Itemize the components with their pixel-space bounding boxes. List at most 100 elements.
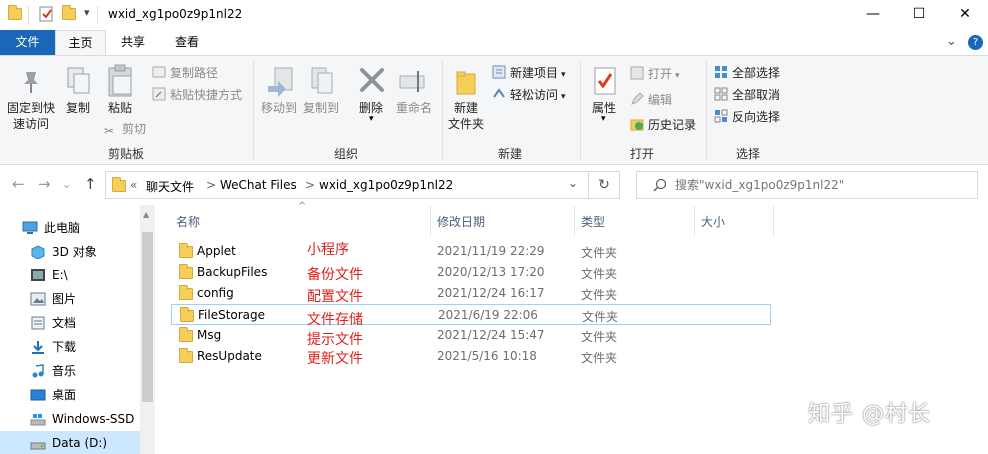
- file-modified-date: 2021/6/19 22:06: [438, 308, 538, 322]
- forward-button[interactable]: →: [38, 175, 51, 193]
- select-none-label: 全部取消: [732, 88, 781, 102]
- up-button[interactable]: ↑: [84, 175, 97, 193]
- move-to-button[interactable]: 移动到: [258, 100, 300, 116]
- pin-icon: [20, 68, 42, 97]
- invert-selection-button[interactable]: 反向选择: [714, 109, 780, 125]
- file-row[interactable]: Applet 2021/11/19 22:29 文件夹: [171, 241, 771, 262]
- new-item-button[interactable]: 新建项目 ▾: [492, 65, 566, 83]
- breadcrumb-overflow[interactable]: «: [130, 178, 137, 192]
- file-row[interactable]: FileStorage 2021/6/19 22:06 文件夹: [171, 304, 771, 325]
- copy-button[interactable]: 复制: [60, 100, 96, 116]
- pictures-icon: [30, 291, 46, 306]
- column-divider[interactable]: [430, 206, 431, 236]
- nav-item-label: E:\: [52, 268, 68, 282]
- copy-to-button[interactable]: 复制到: [300, 100, 342, 116]
- recent-locations-button[interactable]: ⌄: [62, 178, 71, 191]
- properties-dropdown-icon[interactable]: ▾: [601, 114, 606, 124]
- column-header-type[interactable]: 类型: [581, 210, 605, 234]
- column-divider[interactable]: [773, 206, 774, 236]
- address-bar[interactable]: « 聊天文件 > WeChat Files > wxid_xg1po0z9p1n…: [105, 171, 620, 199]
- dropdown-arrow-icon: ▾: [561, 70, 566, 80]
- nav-item-downloads[interactable]: 下载: [30, 336, 76, 358]
- tab-home[interactable]: 主页: [55, 30, 106, 55]
- divider: [97, 6, 98, 24]
- new-folder-quick-icon[interactable]: [62, 5, 78, 22]
- column-header-modified[interactable]: 修改日期: [437, 210, 485, 234]
- nav-item-drive-e[interactable]: E:\: [30, 264, 68, 286]
- download-icon: [30, 339, 46, 354]
- select-all-button[interactable]: 全部选择: [714, 65, 780, 81]
- easy-access-icon: [492, 87, 506, 101]
- file-row[interactable]: config 2021/12/24 16:17 文件夹: [171, 283, 771, 304]
- quick-access-dropdown[interactable]: ▾: [84, 6, 90, 19]
- annotation-label: 小程序: [307, 242, 349, 258]
- nav-item-documents[interactable]: 文档: [30, 312, 76, 334]
- file-type: 文件夹: [581, 330, 618, 344]
- group-divider: [253, 60, 254, 160]
- tab-file[interactable]: 文件: [0, 30, 55, 55]
- dropdown-arrow-icon: ▾: [675, 71, 680, 81]
- open-button[interactable]: 打开 ▾: [630, 66, 680, 84]
- pin-to-quick-access-button[interactable]: 固定到快 速访问: [2, 100, 60, 132]
- nav-item-windows-ssd[interactable]: Windows-SSD: [30, 408, 134, 430]
- cut-button[interactable]: ✂ 剪切: [104, 121, 147, 138]
- delete-dropdown-icon[interactable]: ▾: [369, 114, 374, 124]
- close-button[interactable]: ✕: [942, 0, 988, 30]
- nav-item-this-pc[interactable]: 此电脑: [22, 217, 80, 239]
- collapse-ribbon-icon[interactable]: ⌄: [946, 34, 957, 49]
- edit-button[interactable]: 编辑: [630, 92, 672, 108]
- folder-icon: [179, 348, 193, 363]
- nav-item-desktop[interactable]: 桌面: [30, 384, 76, 406]
- column-header-name[interactable]: 名称: [176, 210, 200, 234]
- tab-share[interactable]: 共享: [110, 30, 156, 55]
- clipboard-group-label: 剪贴板: [107, 147, 144, 161]
- file-row[interactable]: ResUpdate 2021/5/16 10:18 文件夹: [171, 346, 771, 367]
- annotation-label: 配置文件: [307, 289, 363, 305]
- folder-icon: [112, 177, 126, 192]
- file-row[interactable]: Msg 2021/12/24 15:47 文件夹: [171, 325, 771, 346]
- column-divider[interactable]: [574, 206, 575, 236]
- new-folder-icon: [455, 70, 477, 99]
- paste-button[interactable]: 粘贴: [102, 100, 138, 116]
- nav-item-music[interactable]: 音乐: [30, 360, 76, 382]
- navpane-scrollbar-thumb[interactable]: [142, 232, 153, 402]
- breadcrumb-item[interactable]: WeChat Files: [220, 178, 297, 192]
- new-folder-button[interactable]: 新建 文件夹: [445, 100, 487, 132]
- annotation-label: 文件存储: [307, 312, 363, 328]
- address-dropdown-icon[interactable]: ⌄: [568, 176, 578, 190]
- breadcrumb-item[interactable]: wxid_xg1po0z9p1nl22: [319, 178, 453, 192]
- file-row[interactable]: BackupFiles 2020/12/13 17:20 文件夹: [171, 262, 771, 283]
- nav-item-pictures[interactable]: 图片: [30, 288, 76, 310]
- help-icon[interactable]: ?: [968, 35, 983, 50]
- ribbon: 固定到快 速访问 复制 粘贴 复制路径 粘贴快捷方式 ✂ 剪切 剪贴板 移动到 复…: [0, 55, 988, 165]
- easy-access-label: 轻松访问: [510, 88, 559, 102]
- file-type: 文件夹: [581, 351, 618, 365]
- open-group-label: 打开: [629, 147, 654, 161]
- back-button[interactable]: ←: [12, 175, 25, 193]
- maximize-button[interactable]: ☐: [896, 0, 942, 30]
- column-divider[interactable]: [694, 206, 695, 236]
- nav-item-3d-objects[interactable]: 3D 对象: [30, 241, 97, 263]
- properties-quick-icon[interactable]: [38, 6, 54, 22]
- history-label: 历史记录: [648, 118, 697, 132]
- minimize-button[interactable]: —: [850, 0, 896, 30]
- search-box[interactable]: [636, 171, 978, 199]
- new-group-label: 新建: [497, 147, 522, 161]
- search-icon: [653, 178, 667, 195]
- rename-button[interactable]: 重命名: [393, 100, 435, 116]
- refresh-button[interactable]: ↻: [588, 171, 620, 199]
- nav-item-data-d[interactable]: Data (D:): [0, 431, 140, 454]
- tab-view[interactable]: 查看: [160, 30, 214, 55]
- scroll-up-icon[interactable]: ▲: [143, 210, 149, 219]
- breadcrumb-item[interactable]: 聊天文件: [146, 178, 194, 195]
- history-button[interactable]: 历史记录: [630, 117, 696, 133]
- select-none-button[interactable]: 全部取消: [714, 87, 780, 103]
- cut-label: 剪切: [122, 122, 147, 136]
- copy-path-button[interactable]: 复制路径: [152, 65, 218, 81]
- easy-access-button[interactable]: 轻松访问 ▾: [492, 87, 566, 105]
- breadcrumb-separator: >: [206, 178, 217, 192]
- search-input[interactable]: [675, 176, 965, 194]
- paste-shortcut-button[interactable]: 粘贴快捷方式: [152, 87, 242, 103]
- column-header-size[interactable]: 大小: [701, 210, 725, 234]
- select-all-label: 全部选择: [732, 66, 781, 80]
